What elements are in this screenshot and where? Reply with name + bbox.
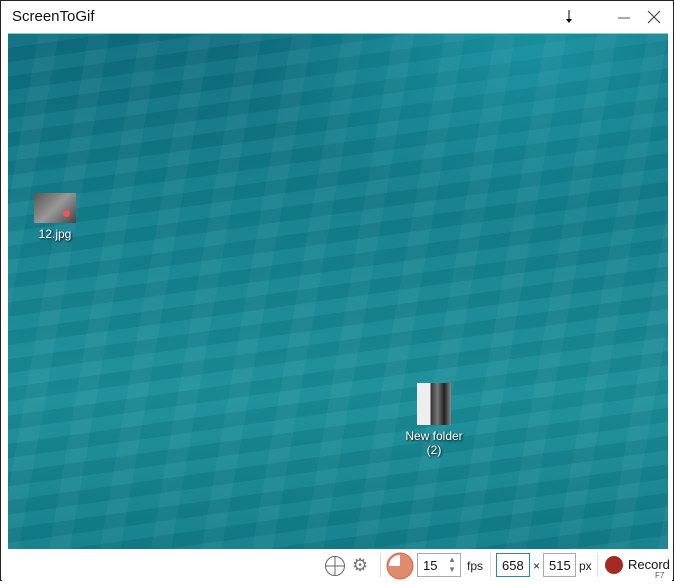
gear-icon[interactable]: ⚙	[352, 555, 368, 576]
width-input[interactable]: 658	[496, 553, 530, 577]
fps-stepper[interactable]: ▲ ▼	[448, 555, 456, 575]
fps-input[interactable]: 15 ▲ ▼	[417, 553, 461, 577]
fps-unit: fps	[467, 559, 484, 573]
height-input[interactable]: 515	[543, 553, 576, 577]
desktop-icon-label-line2: (2)	[426, 443, 442, 457]
screentogif-window: ScreenToGif 12.jpg New folder (2) ⚙ 15 ▲…	[0, 0, 674, 581]
image-thumbnail-icon	[34, 193, 76, 223]
record-button[interactable]: Record F7	[603, 553, 673, 580]
record-shortcut: F7	[655, 571, 665, 580]
fps-value: 15	[423, 557, 438, 573]
minimize-button[interactable]	[612, 5, 636, 29]
window-title: ScreenToGif	[12, 8, 95, 25]
capture-area[interactable]: 12.jpg New folder (2)	[8, 33, 668, 549]
record-icon	[605, 556, 623, 574]
crosshair-icon[interactable]	[324, 555, 346, 582]
desktop-icon-label: 12.jpg	[38, 227, 72, 241]
frame-rate-timer-icon[interactable]	[386, 552, 414, 585]
desktop-icon-new-folder[interactable]: New folder (2)	[399, 383, 469, 457]
desktop-icon-label-line1: New folder	[405, 429, 463, 443]
folder-icon	[417, 383, 451, 425]
water-background	[8, 34, 668, 549]
times-sign: ×	[533, 559, 541, 573]
close-button[interactable]	[642, 5, 666, 29]
record-label: Record	[628, 557, 670, 572]
desktop-icon-12jpg[interactable]: 12.jpg	[20, 193, 90, 241]
bottom-toolbar: ⚙ 15 ▲ ▼ fps 658 × 515 px Record F7	[2, 549, 672, 581]
arrow-down-icon[interactable]	[557, 5, 581, 29]
px-unit: px	[579, 559, 592, 573]
